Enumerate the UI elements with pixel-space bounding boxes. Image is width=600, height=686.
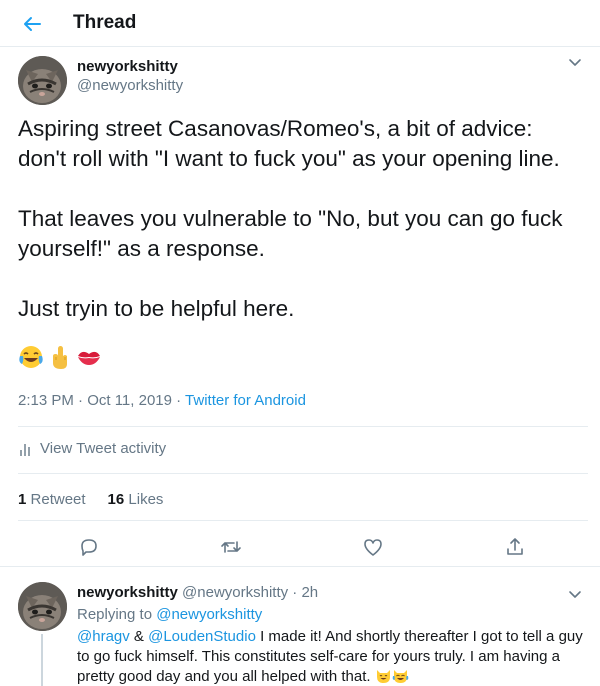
- avatar[interactable]: [18, 582, 67, 631]
- like-stat[interactable]: 16 Likes: [108, 491, 164, 508]
- divider: [18, 520, 588, 521]
- author-handle[interactable]: @newyorkshitty: [77, 77, 183, 94]
- retweet-icon[interactable]: [220, 536, 242, 558]
- bar-chart-icon: [20, 443, 30, 456]
- emoji-row: [18, 344, 102, 370]
- mention-link[interactable]: @LoudenStudio: [148, 628, 256, 645]
- tweet-actions: [0, 536, 600, 562]
- retweet-stat[interactable]: 1 Retweet: [18, 491, 86, 508]
- reply-text: @hragv & @LoudenStudio I made it! And sh…: [77, 628, 583, 685]
- mention-link[interactable]: @hragv: [77, 628, 130, 645]
- divider: [18, 426, 588, 427]
- reply-header: newyorkshitty @newyorkshitty · 2h: [77, 584, 318, 601]
- cat-avatar-icon: [18, 56, 67, 105]
- reply-icon[interactable]: [78, 536, 100, 558]
- like-icon[interactable]: [362, 536, 384, 558]
- kiss-mark-icon: [78, 351, 100, 365]
- cat-avatar-icon: [18, 582, 67, 631]
- middle-finger-icon: [53, 346, 67, 369]
- share-icon[interactable]: [504, 536, 526, 558]
- chevron-down-icon[interactable]: [567, 54, 583, 70]
- thread-header: Thread: [0, 0, 600, 47]
- chevron-down-icon[interactable]: [567, 586, 583, 602]
- view-tweet-activity-link[interactable]: View Tweet activity: [18, 440, 166, 457]
- page-title: Thread: [73, 12, 137, 33]
- app-link[interactable]: Twitter for Android: [185, 392, 306, 409]
- reply-author-name[interactable]: newyorkshitty: [77, 584, 178, 601]
- tweet-text: Aspiring street Casanovas/Romeo's, a bit…: [18, 114, 588, 324]
- replying-to: Replying to @newyorkshitty: [77, 606, 263, 623]
- tweet-paragraph: Just tryin to be helpful here.: [18, 296, 295, 321]
- tweet-timestamp: 2:13 PM · Oct 11, 2019 · Twitter for And…: [18, 392, 306, 409]
- tweet-stats: 1 Retweet 16 Likes: [18, 491, 163, 508]
- smiling-cat-icon: [376, 670, 390, 683]
- replying-to-link[interactable]: @newyorkshitty: [156, 606, 262, 623]
- avatar[interactable]: [18, 56, 67, 105]
- tweet-paragraph: Aspiring street Casanovas/Romeo's, a bit…: [18, 116, 560, 171]
- reply-handle-time: @newyorkshitty · 2h: [182, 584, 319, 601]
- back-button[interactable]: [18, 10, 46, 38]
- thread-connector-line: [41, 634, 43, 686]
- cat-tears-of-joy-icon: [392, 670, 408, 683]
- reply-tweet[interactable]: newyorkshitty @newyorkshitty · 2h Replyi…: [0, 568, 600, 686]
- divider: [18, 473, 588, 474]
- tweet-paragraph: That leaves you vulnerable to "No, but y…: [18, 206, 563, 261]
- arrow-left-icon: [24, 17, 41, 31]
- main-tweet: newyorkshitty @newyorkshitty Aspiring st…: [0, 48, 600, 567]
- author-name[interactable]: newyorkshitty: [77, 58, 178, 75]
- face-with-tears-of-joy-icon: [19, 346, 43, 368]
- activity-label: View Tweet activity: [40, 440, 167, 457]
